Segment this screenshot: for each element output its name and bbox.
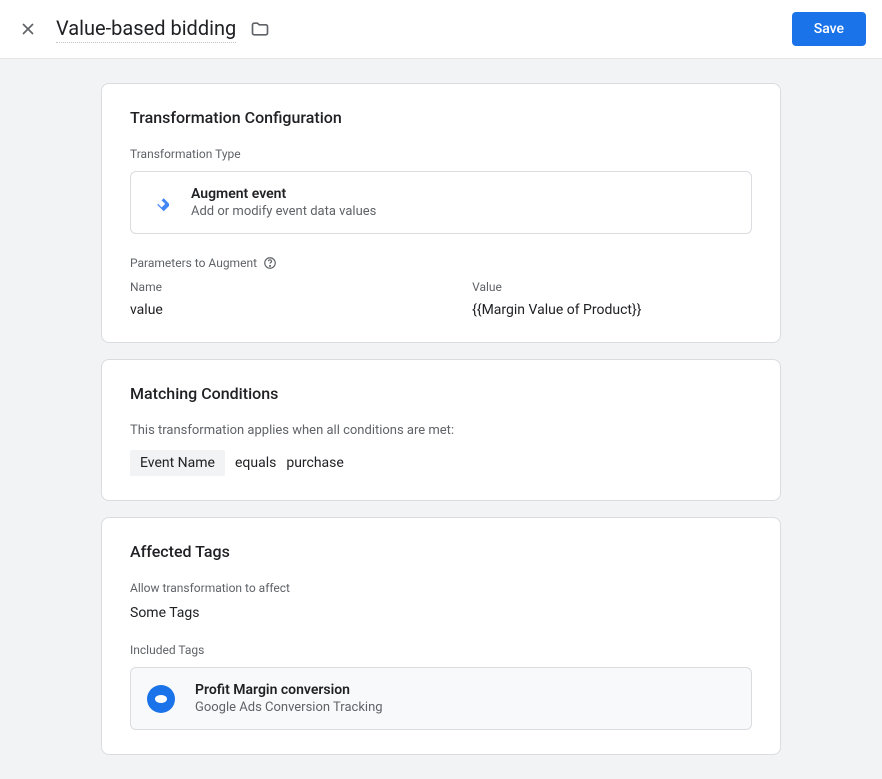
param-value-col: Value {{Margin Value of Product}} <box>472 280 752 318</box>
google-ads-icon <box>147 685 175 713</box>
param-name-col: Name value <box>130 280 472 318</box>
title-wrap: Value-based bidding <box>56 16 792 43</box>
transformation-config-card: Transformation Configuration Transformat… <box>101 83 781 343</box>
param-value-value: {{Margin Value of Product}} <box>472 302 752 318</box>
param-value-header: Value <box>472 280 752 294</box>
folder-icon[interactable] <box>250 19 270 39</box>
conditions-section-title: Matching Conditions <box>130 384 752 403</box>
allow-affect-value: Some Tags <box>130 605 752 621</box>
save-button[interactable]: Save <box>792 12 866 46</box>
param-name-header: Name <box>130 280 472 294</box>
type-info: Augment event Add or modify event data v… <box>191 186 376 219</box>
transformation-type-box[interactable]: Augment event Add or modify event data v… <box>130 171 752 234</box>
config-section-title: Transformation Configuration <box>130 108 752 127</box>
conditions-desc: This transformation applies when all con… <box>130 423 752 438</box>
close-icon[interactable] <box>16 17 40 41</box>
page-body: Transformation Configuration Transformat… <box>0 59 882 779</box>
affected-tags-card: Affected Tags Allow transformation to af… <box>101 517 781 755</box>
type-title: Augment event <box>191 186 376 202</box>
included-tag-box[interactable]: Profit Margin conversion Google Ads Conv… <box>130 667 752 730</box>
params-label-text: Parameters to Augment <box>130 256 257 270</box>
allow-affect-label: Allow transformation to affect <box>130 581 752 595</box>
tag-desc: Google Ads Conversion Tracking <box>195 700 383 715</box>
params-columns: Name value Value {{Margin Value of Produ… <box>130 280 752 318</box>
tag-title: Profit Margin conversion <box>195 682 383 698</box>
help-icon[interactable] <box>263 256 277 270</box>
condition-field-chip: Event Name <box>130 450 225 476</box>
params-augment-label: Parameters to Augment <box>130 256 752 270</box>
tags-section-title: Affected Tags <box>130 542 752 561</box>
transformation-type-label: Transformation Type <box>130 147 752 161</box>
page-title[interactable]: Value-based bidding <box>56 16 236 43</box>
augment-event-icon <box>147 191 171 215</box>
tag-info: Profit Margin conversion Google Ads Conv… <box>195 682 383 715</box>
header: Value-based bidding Save <box>0 0 882 59</box>
type-desc: Add or modify event data values <box>191 204 376 219</box>
condition-operator: equals <box>235 455 276 471</box>
condition-row: Event Name equals purchase <box>130 450 752 476</box>
matching-conditions-card: Matching Conditions This transformation … <box>101 359 781 501</box>
condition-value: purchase <box>286 455 344 471</box>
param-name-value: value <box>130 302 472 318</box>
included-tags-label: Included Tags <box>130 643 752 657</box>
